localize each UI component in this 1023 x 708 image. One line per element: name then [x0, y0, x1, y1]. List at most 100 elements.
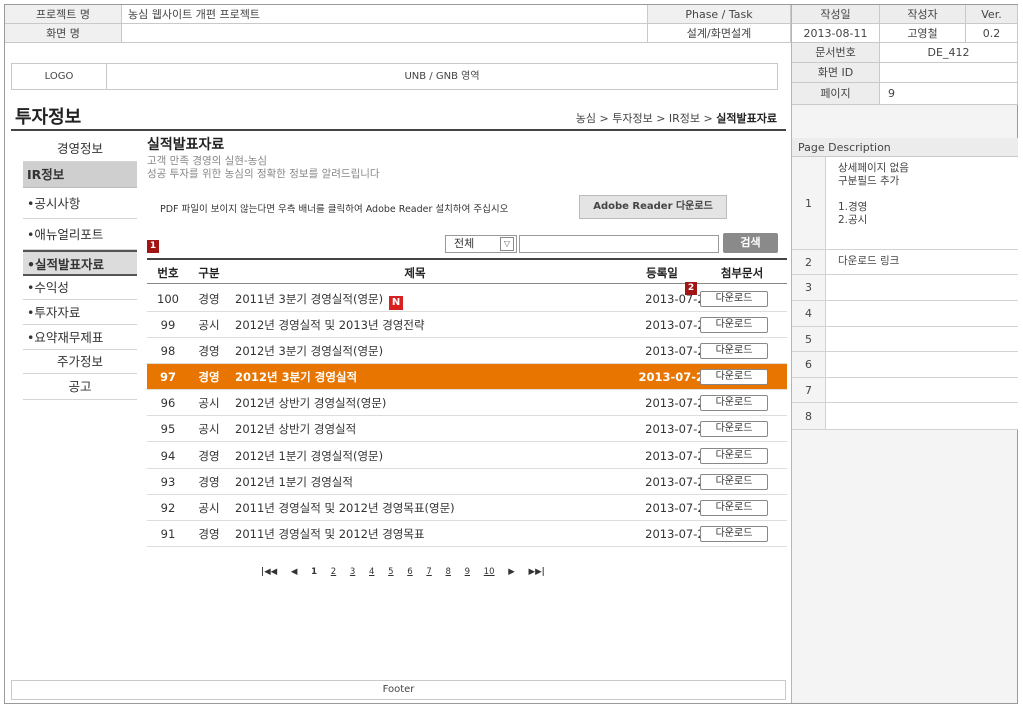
- page-link[interactable]: 4: [369, 567, 374, 577]
- cell-no: 95: [160, 422, 176, 436]
- category-select[interactable]: 전체 ▽: [445, 235, 517, 253]
- table-row-highlighted[interactable]: 97 경영 2012년 3분기 경영실적 2013-07-23 다운로드: [147, 364, 787, 390]
- author-value: 고영철: [880, 24, 966, 43]
- download-button[interactable]: 다운로드: [700, 343, 768, 359]
- nav-item-stock-info[interactable]: 주가정보: [23, 350, 137, 374]
- description-number: 3: [792, 275, 826, 300]
- content-title: 실적발표자료: [147, 137, 225, 153]
- description-text: 다운로드 링크: [826, 250, 1018, 274]
- col-header-date: 등록일: [646, 266, 678, 280]
- download-button[interactable]: 다운로드: [700, 500, 768, 516]
- cell-title[interactable]: 2012년 상반기 경영실적: [235, 416, 615, 441]
- page-link[interactable]: 8: [446, 567, 451, 577]
- cell-category: 경영: [198, 527, 220, 541]
- screen-label: 화면 명: [5, 24, 122, 43]
- download-button[interactable]: 다운로드: [700, 421, 768, 437]
- search-button[interactable]: 검색: [723, 233, 778, 253]
- last-page-icon[interactable]: ▶▶|: [529, 567, 545, 577]
- table-row[interactable]: 92 공시 2011년 경영실적 및 2012년 경영목표(영문) 2013-0…: [147, 495, 787, 521]
- page-link[interactable]: 6: [407, 567, 412, 577]
- cell-title[interactable]: 2011년 경영실적 및 2012년 경영목표(영문): [235, 495, 615, 520]
- cell-title[interactable]: 2012년 1분기 경영실적: [235, 469, 615, 494]
- col-header-category: 구분: [198, 266, 220, 280]
- version-label: Ver.: [966, 5, 1018, 24]
- cell-no: 99: [160, 318, 176, 332]
- cell-category: 경영: [198, 449, 220, 463]
- download-button[interactable]: 다운로드: [700, 474, 768, 490]
- cell-date: 2013-07-23: [645, 501, 712, 515]
- cell-title[interactable]: 2011년 3분기 경영실적(영문) N: [235, 286, 615, 311]
- nav-item-annual-report[interactable]: •애뉴얼리포트: [23, 219, 137, 250]
- cell-title[interactable]: 2012년 상반기 경영실적(영문): [235, 390, 615, 415]
- adobe-reader-download-button[interactable]: Adobe Reader 다운로드: [579, 195, 727, 219]
- project-label: 프로젝트 명: [5, 5, 122, 24]
- page-link[interactable]: 7: [426, 567, 431, 577]
- col-header-attachment: 첨부문서: [720, 266, 764, 280]
- annotation-marker-1: 1: [147, 240, 159, 253]
- row-title[interactable]: 2011년 3분기 경영실적(영문): [235, 292, 383, 306]
- download-button[interactable]: 다운로드: [700, 448, 768, 464]
- first-page-icon[interactable]: |◀◀: [261, 567, 277, 577]
- download-button[interactable]: 다운로드: [700, 291, 768, 307]
- col-header-title: 제목: [404, 266, 426, 280]
- search-input[interactable]: [519, 235, 719, 253]
- table-row[interactable]: 91 경영 2011년 경영실적 및 2012년 경영목표 2013-07-23…: [147, 521, 787, 547]
- screenid-value: [880, 63, 1018, 83]
- cell-date: 2013-07-23: [645, 396, 712, 410]
- page-link-current[interactable]: 1: [311, 567, 317, 577]
- docno-value: DE_412: [880, 43, 1018, 63]
- screen-value: [122, 24, 648, 43]
- nav-item-disclosures[interactable]: •공시사항: [23, 188, 137, 219]
- version-value: 0.2: [966, 24, 1018, 43]
- docno-label: 문서번호: [792, 43, 880, 63]
- table-row[interactable]: 98 경영 2012년 3분기 경영실적(영문) 2013-07-23 다운로드: [147, 338, 787, 364]
- nav-section-ir[interactable]: IR정보: [23, 162, 137, 188]
- page-link[interactable]: 3: [350, 567, 355, 577]
- nav-item-business-info[interactable]: 경영정보: [23, 136, 137, 162]
- cell-no: 93: [160, 475, 176, 489]
- page-description-panel: 작성일 작성자 Ver. 2013-08-11 고영철 0.2 문서번호 DE_…: [791, 5, 1018, 703]
- prev-page-icon[interactable]: ◀: [291, 567, 298, 577]
- breadcrumb-path[interactable]: 농심 > 투자정보 > IR정보 >: [576, 112, 716, 125]
- cell-title[interactable]: 2012년 3분기 경영실적(영문): [235, 338, 615, 363]
- content-description: 성공 투자를 위한 농심의 정확한 정보를 알려드립니다: [147, 168, 380, 180]
- gnb-area[interactable]: UNB / GNB 영역: [106, 63, 778, 90]
- table-row[interactable]: 94 경영 2012년 1분기 경영실적(영문) 2013-07-23 다운로드: [147, 443, 787, 469]
- description-text: [826, 378, 1018, 402]
- nav-item-investment-data[interactable]: •투자자료: [23, 300, 137, 325]
- nav-item-financial-summary[interactable]: •요약재무제표: [23, 325, 137, 350]
- cell-title[interactable]: 2012년 경영실적 및 2013년 경영전략: [235, 312, 615, 337]
- cell-title[interactable]: 2012년 3분기 경영실적: [235, 364, 615, 389]
- author-label: 작성자: [880, 5, 966, 24]
- nav-item-notice[interactable]: 공고: [23, 374, 137, 400]
- chevron-down-icon[interactable]: ▽: [500, 237, 514, 251]
- table-row[interactable]: 95 공시 2012년 상반기 경영실적 2013-07-23 다운로드: [147, 416, 787, 442]
- cell-title[interactable]: 2012년 1분기 경영실적(영문): [235, 443, 615, 468]
- page-link[interactable]: 10: [484, 567, 495, 577]
- description-text: [826, 403, 1018, 429]
- description-number: 6: [792, 352, 826, 377]
- download-button[interactable]: 다운로드: [700, 395, 768, 411]
- table-row[interactable]: 96 공시 2012년 상반기 경영실적(영문) 2013-07-23 다운로드: [147, 390, 787, 416]
- page-label: 페이지: [792, 83, 880, 105]
- cell-date: 2013-07-23: [638, 370, 712, 384]
- description-row: 3: [792, 275, 1018, 301]
- table-row[interactable]: 93 경영 2012년 1분기 경영실적 2013-07-23 다운로드: [147, 469, 787, 495]
- page-link[interactable]: 5: [388, 567, 393, 577]
- logo[interactable]: LOGO: [11, 63, 107, 90]
- page-link[interactable]: 2: [331, 567, 336, 577]
- nav-item-earnings-release[interactable]: •실적발표자료: [23, 250, 137, 276]
- next-page-icon[interactable]: ▶: [508, 567, 515, 577]
- download-button[interactable]: 다운로드: [700, 369, 768, 385]
- col-header-no: 번호: [157, 266, 179, 280]
- cell-title[interactable]: 2011년 경영실적 및 2012년 경영목표: [235, 521, 615, 546]
- nav-item-profitability[interactable]: •수익성: [23, 276, 137, 300]
- cell-date: 2013-07-23: [645, 318, 712, 332]
- download-button[interactable]: 다운로드: [700, 526, 768, 542]
- cell-date: 2013-07-23: [645, 449, 712, 463]
- table-row[interactable]: 99 공시 2012년 경영실적 및 2013년 경영전략 2013-07-23…: [147, 312, 787, 338]
- page-link[interactable]: 9: [465, 567, 470, 577]
- download-button[interactable]: 다운로드: [700, 317, 768, 333]
- cell-date: 2013-07-23: [645, 344, 712, 358]
- description-text: [826, 275, 1018, 300]
